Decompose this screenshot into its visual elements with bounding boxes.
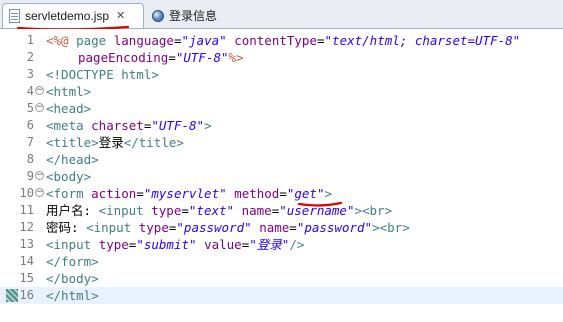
- code-line[interactable]: 12 密码: <input type="password" name="passw…: [0, 219, 563, 236]
- code-text: <html>: [46, 84, 92, 99]
- line-number: 1: [26, 33, 34, 47]
- line-number: 13: [19, 237, 34, 251]
- code-editor[interactable]: 1 <%@ page language="java" contentType="t…: [0, 29, 563, 322]
- line-number: 14: [19, 254, 34, 268]
- line-number: 6: [26, 118, 34, 132]
- code-line[interactable]: 15 </body>: [0, 270, 563, 287]
- line-number: 11: [19, 203, 34, 217]
- code-line[interactable]: 1 <%@ page language="java" contentType="t…: [0, 32, 563, 49]
- code-line[interactable]: 2 pageEncoding="UTF-8"%>: [0, 49, 563, 66]
- code-text: <input type="submit" value="登录"/>: [46, 237, 305, 252]
- line-number: 3: [26, 67, 34, 81]
- fold-toggle-icon[interactable]: −: [35, 171, 44, 180]
- code-text: <meta charset="UTF-8">: [46, 118, 212, 133]
- line-number: 9: [26, 169, 34, 183]
- code-text: <%@ page language="java" contentType="te…: [46, 33, 521, 48]
- line-number: 15: [19, 271, 34, 285]
- jsp-file-icon: [9, 9, 20, 23]
- line-number: 10: [19, 186, 34, 200]
- code-text: <!DOCTYPE html>: [46, 67, 159, 82]
- code-line[interactable]: 13 <input type="submit" value="登录"/>: [0, 236, 563, 253]
- code-text: pageEncoding="UTF-8"%>: [78, 50, 244, 65]
- code-text: 密码: <input type="password" name="passwor…: [46, 220, 410, 235]
- code-text: </html>: [46, 288, 99, 303]
- code-text: <form action="myservlet" method="get">: [46, 186, 333, 201]
- tab-servletdemo-jsp[interactable]: servletdemo.jsp ✕: [2, 3, 144, 28]
- tab-label: servletdemo.jsp: [25, 9, 110, 23]
- line-number: 8: [26, 152, 34, 166]
- code-line[interactable]: 7 <title>登录</title>: [0, 134, 563, 151]
- fold-toggle-icon[interactable]: −: [35, 188, 44, 197]
- code-line[interactable]: 10− <form action="myservlet" method="get"…: [0, 185, 563, 202]
- code-line[interactable]: 5− <head>: [0, 100, 563, 117]
- code-line[interactable]: 6 <meta charset="UTF-8">: [0, 117, 563, 134]
- code-text: 用户名: <input type="text" name="username">…: [46, 203, 393, 218]
- line-number: 4: [26, 84, 34, 98]
- code-text: </head>: [46, 152, 99, 167]
- code-text: <body>: [46, 169, 92, 184]
- close-icon[interactable]: ✕: [114, 10, 127, 23]
- code-line[interactable]: 16 </html>: [0, 287, 563, 304]
- line-number: 12: [19, 220, 34, 234]
- code-line[interactable]: 3 <!DOCTYPE html>: [0, 66, 563, 83]
- line-number: 5: [26, 101, 34, 115]
- code-line[interactable]: 8 </head>: [0, 151, 563, 168]
- code-text: </body>: [46, 271, 99, 286]
- fold-toggle-icon[interactable]: −: [35, 86, 44, 95]
- tab-label: 登录信息: [169, 9, 218, 23]
- line-number: 16: [19, 288, 34, 302]
- line-number: 2: [26, 50, 34, 64]
- fold-toggle-icon[interactable]: −: [35, 103, 44, 112]
- line-number: 7: [26, 135, 34, 149]
- code-text: <head>: [46, 101, 92, 116]
- globe-icon: [152, 9, 164, 22]
- editor-tab-bar: servletdemo.jsp ✕ 登录信息: [0, 0, 563, 31]
- code-text: <title>登录</title>: [46, 135, 184, 150]
- code-line[interactable]: 9− <body>: [0, 168, 563, 185]
- code-line[interactable]: 4− <html>: [0, 83, 563, 100]
- tab-login-info[interactable]: 登录信息: [146, 3, 256, 28]
- code-text: </form>: [46, 254, 99, 269]
- code-line[interactable]: 14 </form>: [0, 253, 563, 270]
- code-line[interactable]: 11 用户名: <input type="text" name="username…: [0, 202, 563, 219]
